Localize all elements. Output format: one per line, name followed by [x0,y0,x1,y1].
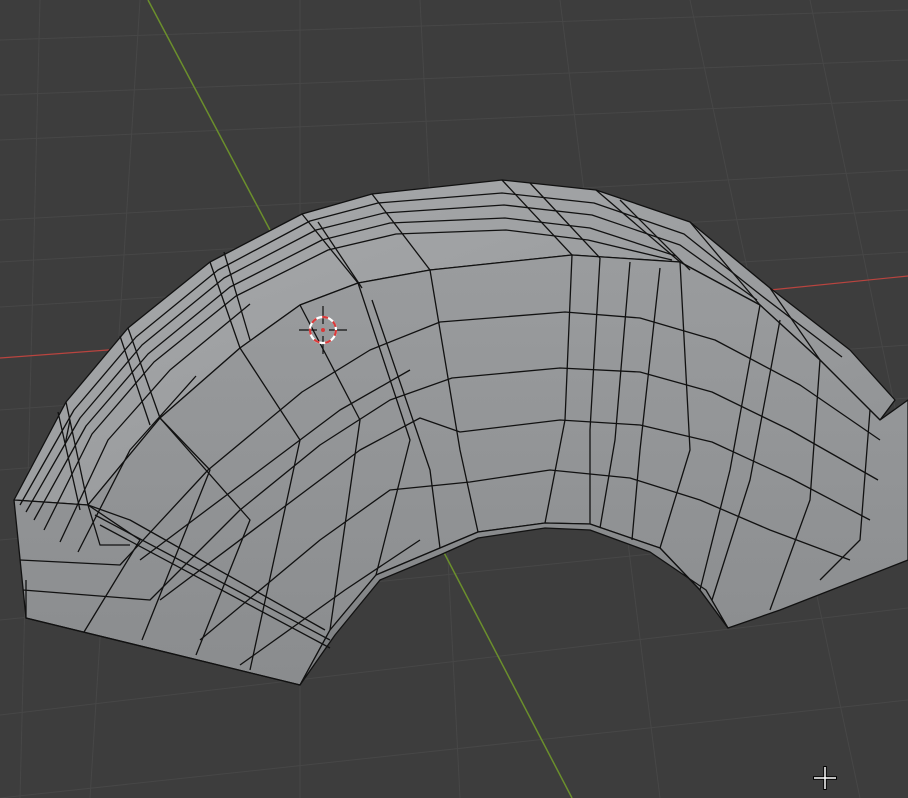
viewport-canvas[interactable] [0,0,908,798]
3d-viewport[interactable] [0,0,908,798]
